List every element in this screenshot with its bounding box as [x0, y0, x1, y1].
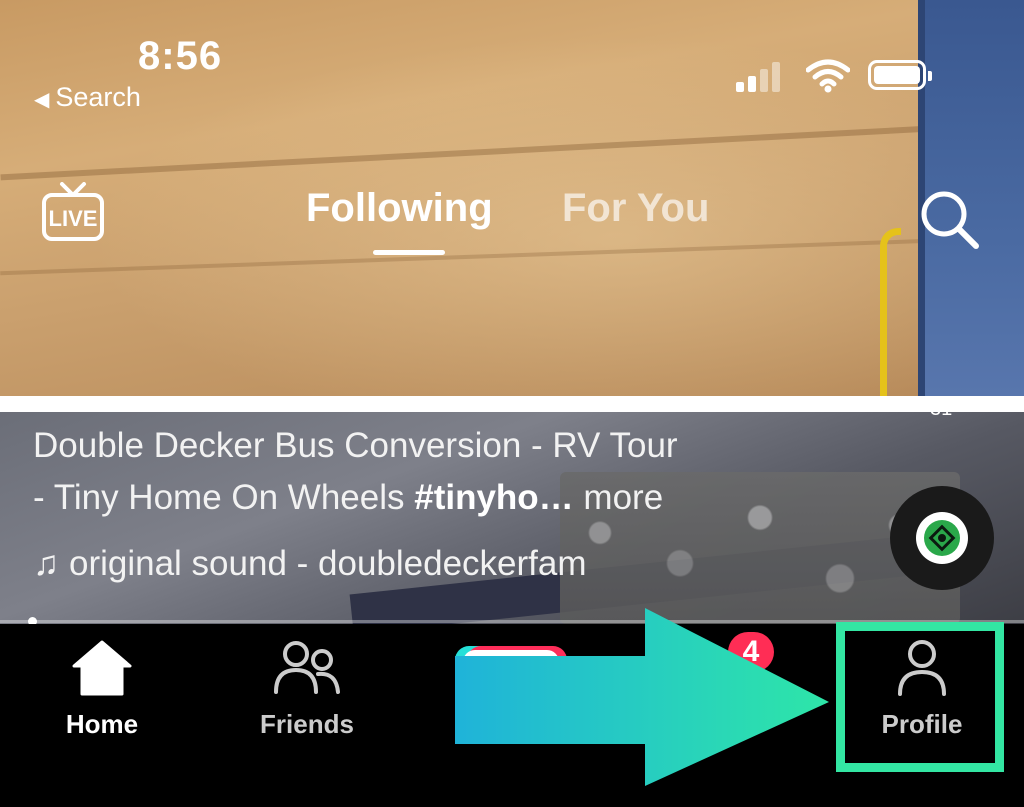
sound-label: original sound - doubledeckerfam [68, 544, 587, 583]
caption-line-2-text: - Tiny Home On Wheels [33, 478, 415, 517]
disc-avatar [916, 512, 968, 564]
friends-icon [274, 641, 340, 694]
status-time: 8:56 [138, 34, 223, 78]
tab-home-label: Home [65, 709, 139, 739]
home-icon [72, 640, 132, 696]
tab-friends[interactable]: Friends [237, 638, 377, 740]
tab-home[interactable]: Home [32, 638, 172, 740]
caption-line-1: Double Decker Bus Conversion - RV Tour [33, 426, 678, 465]
sound-disc-button[interactable] [890, 486, 994, 590]
annotation-arrow-icon [455, 608, 829, 786]
live-label: LIVE [49, 206, 98, 231]
back-to-search-link[interactable]: ◀ Search [34, 82, 141, 113]
status-bar: 8:56 ◀ Search [0, 0, 1024, 120]
disc-logo-icon [924, 520, 960, 556]
wifi-icon [806, 59, 850, 93]
side-count: 31 [930, 398, 953, 420]
tab-friends-label: Friends [260, 709, 354, 739]
tab-following[interactable]: Following [306, 186, 493, 231]
caption-line-2: - Tiny Home On Wheels #tinyho… more [33, 472, 793, 524]
sound-link[interactable]: ♫ original sound - doubledeckerfam [33, 544, 587, 584]
cellular-signal-icon [736, 62, 782, 92]
back-triangle-icon: ◀ [34, 89, 50, 111]
feed-top-nav: LIVE Following For You [0, 170, 1024, 260]
search-icon[interactable] [918, 188, 982, 252]
caption-hashtag[interactable]: #tinyho… [414, 478, 573, 517]
live-tv-icon[interactable]: LIVE [40, 182, 106, 244]
music-note-icon: ♫ [33, 544, 69, 583]
frame-divider [0, 396, 1024, 412]
battery-icon [868, 60, 932, 90]
profile-highlight-box [836, 622, 1004, 772]
video-caption[interactable]: Double Decker Bus Conversion - RV Tour -… [33, 420, 793, 524]
tab-for-you[interactable]: For You [562, 186, 709, 231]
caption-more-link[interactable]: more [574, 478, 663, 517]
back-label: Search [55, 82, 141, 112]
active-tab-indicator [373, 250, 445, 255]
